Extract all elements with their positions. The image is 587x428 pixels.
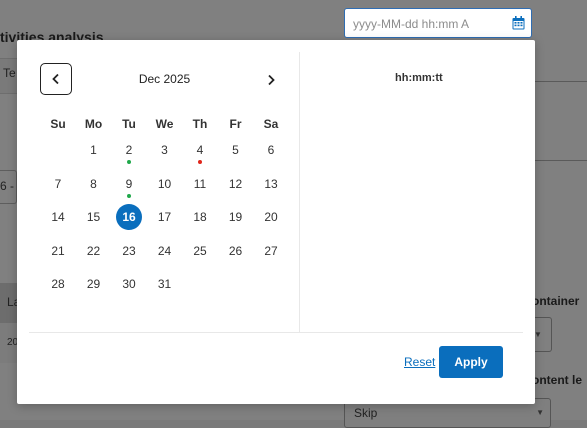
date-time-picker: Dec 2025 hh:mm:tt Reset Apply Su Mo Tu We Th…: [17, 40, 535, 404]
chevron-down-icon: ▼: [534, 330, 542, 339]
next-month-button[interactable]: [259, 68, 283, 92]
calendar-day[interactable]: 25: [187, 238, 213, 264]
calendar-day[interactable]: 14: [45, 204, 71, 230]
calendar-day[interactable]: 5: [223, 137, 249, 163]
calendar-day-selected[interactable]: 16: [116, 204, 142, 231]
calendar-day[interactable]: 8: [81, 171, 107, 197]
calendar-day[interactable]: 26: [223, 238, 249, 264]
calendar-day[interactable]: 15: [81, 204, 107, 230]
calendar-day[interactable]: 9: [116, 171, 142, 198]
calendar-day[interactable]: 24: [152, 238, 178, 264]
calendar-day[interactable]: 2: [116, 137, 142, 164]
weekday-label: We: [155, 117, 174, 131]
footer-divider: [29, 332, 523, 333]
calendar-day[interactable]: 3: [152, 137, 178, 163]
calendar-icon[interactable]: [512, 16, 525, 30]
background-tab: Te: [3, 66, 16, 80]
background-field-label: ontent le: [532, 373, 582, 387]
datetime-input[interactable]: yyyy-MM-dd hh:mm A: [344, 8, 532, 38]
event-marker-dot: [127, 160, 131, 164]
calendar-day[interactable]: 1: [81, 137, 107, 163]
calendar-day[interactable]: 29: [81, 271, 107, 297]
calendar-day[interactable]: 21: [45, 238, 71, 264]
chevron-left-icon: [52, 73, 59, 85]
calendar-day[interactable]: 7: [45, 171, 71, 197]
calendar-day[interactable]: 6: [258, 137, 284, 163]
background-field-underline: [535, 81, 587, 82]
calendar-day[interactable]: 17: [152, 204, 178, 230]
calendar-day[interactable]: 22: [81, 238, 107, 264]
calendar-day[interactable]: 13: [258, 171, 284, 197]
calendar-day[interactable]: 20: [258, 204, 284, 230]
calendar-day[interactable]: 12: [223, 171, 249, 197]
apply-button[interactable]: Apply: [439, 346, 503, 378]
weekday-label: Su: [50, 117, 66, 131]
event-marker-dot: [198, 160, 202, 164]
calendar-day[interactable]: 23: [116, 238, 142, 264]
weekday-label: Sa: [263, 117, 279, 131]
chevron-right-icon: [268, 74, 275, 86]
panel-divider: [299, 52, 300, 332]
background-date-input: 6 -: [0, 170, 17, 204]
reset-link[interactable]: Reset: [404, 355, 435, 369]
datetime-input-placeholder: yyyy-MM-dd hh:mm A: [353, 17, 470, 31]
background-field-label: ontainer: [532, 294, 580, 308]
calendar-day[interactable]: 30: [116, 271, 142, 297]
chevron-down-icon: ▼: [536, 408, 544, 417]
calendar-day[interactable]: 19: [223, 204, 249, 230]
weekday-label: Mo: [84, 117, 103, 131]
background-date-input-text: 6 -: [0, 179, 15, 193]
calendar-day[interactable]: 27: [258, 238, 284, 264]
calendar-day[interactable]: 11: [187, 171, 213, 197]
calendar-day[interactable]: 28: [45, 271, 71, 297]
weekday-label: Fr: [229, 117, 242, 131]
month-year-label[interactable]: Dec 2025: [117, 72, 212, 86]
calendar-day[interactable]: 10: [152, 171, 178, 197]
background-field-underline: [535, 160, 587, 161]
previous-month-button[interactable]: [40, 63, 72, 95]
weekday-label: Tu: [122, 117, 136, 131]
calendar-day[interactable]: 18: [187, 204, 213, 230]
event-marker-dot: [127, 193, 131, 198]
weekday-label: Th: [192, 117, 208, 131]
calendar-day[interactable]: 4: [187, 137, 213, 164]
background-select-value: Skip: [354, 406, 378, 420]
time-format-label: hh:mm:tt: [395, 72, 443, 84]
background-select[interactable]: ▼: [532, 317, 552, 352]
calendar-day[interactable]: 31: [152, 271, 178, 297]
